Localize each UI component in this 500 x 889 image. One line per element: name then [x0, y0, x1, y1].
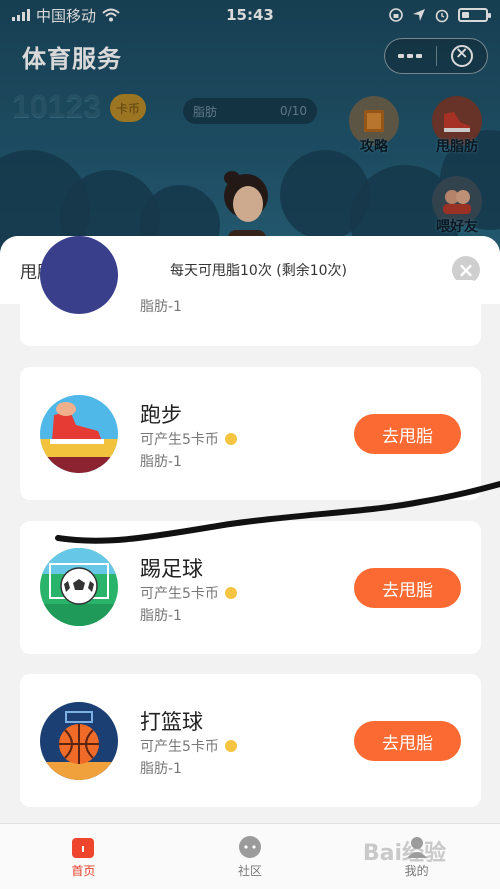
tab-community[interactable]: 社区: [167, 824, 334, 889]
soccer-ball-icon: [40, 548, 118, 626]
coin-icon: [224, 587, 237, 599]
running-shoe-icon: [40, 395, 118, 473]
tab-bar: 首页 社区 我的: [0, 823, 500, 889]
tab-label: 社区: [238, 864, 263, 878]
tab-home[interactable]: 首页: [0, 824, 167, 889]
basketball-icon: [40, 702, 118, 780]
go-shake-button-basketball[interactable]: 去甩脂: [354, 721, 461, 761]
activity-icon: [40, 236, 118, 314]
close-icon: ×: [457, 258, 475, 282]
activity-card-basketball: 打篮球 可产生5卡币 脂肪-1 去甩脂: [20, 674, 481, 807]
partial-card-text: 脂肪-1: [140, 299, 182, 315]
tab-profile[interactable]: 我的: [333, 824, 500, 889]
activity-effect: 脂肪-1: [140, 608, 182, 624]
coin-icon: [224, 740, 237, 752]
coin-icon: [224, 433, 237, 445]
profile-icon: [404, 834, 430, 860]
activity-reward: 可产生5卡币: [140, 583, 237, 603]
partial-card: 脂肪-1: [20, 236, 481, 346]
home-icon: [70, 834, 96, 860]
activity-card-running: 跑步 可产生5卡币 脂肪-1 去甩脂: [20, 367, 481, 500]
shake-fat-sheet: 甩脂肪 每天可甩脂10次 (剩余10次) × 脂肪-1 跑步 可产生5卡币 脂肪…: [0, 236, 500, 889]
chat-icon: [237, 834, 263, 860]
activity-reward: 可产生5卡币: [140, 429, 237, 449]
tab-label: 我的: [404, 864, 429, 878]
activity-name: 打篮球: [140, 710, 203, 734]
activity-effect: 脂肪-1: [140, 761, 182, 777]
tab-label: 首页: [71, 864, 96, 878]
activity-card-soccer: 踢足球 可产生5卡币 脂肪-1 去甩脂: [20, 521, 481, 654]
reward-text: 可产生5卡币: [140, 432, 219, 448]
sheet-subtitle: 每天可甩脂10次 (剩余10次): [170, 263, 348, 279]
go-shake-button-soccer[interactable]: 去甩脂: [354, 568, 461, 608]
activity-name: 跑步: [140, 403, 182, 427]
reward-text: 可产生5卡币: [140, 586, 219, 602]
activity-name: 踢足球: [140, 557, 203, 581]
activity-reward: 可产生5卡币: [140, 736, 237, 756]
go-shake-button-running[interactable]: 去甩脂: [354, 414, 461, 454]
reward-text: 可产生5卡币: [140, 739, 219, 755]
activity-effect: 脂肪-1: [140, 454, 182, 470]
